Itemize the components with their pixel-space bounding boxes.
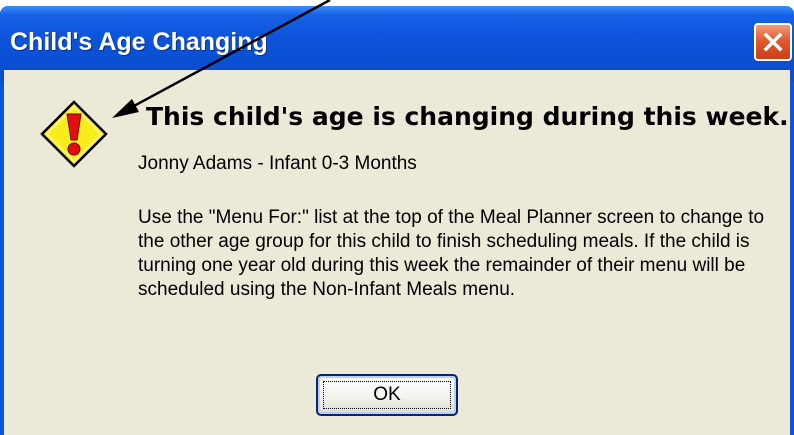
child-info: Jonny Adams - Infant 0-3 Months — [138, 153, 417, 174]
dialog-message: Use the "Menu For:" list at the top of t… — [138, 207, 765, 300]
close-button[interactable] — [754, 23, 792, 61]
dialog-headline: This child's age is changing during this… — [146, 102, 789, 131]
focus-ring — [323, 381, 451, 409]
ok-button[interactable]: OK — [316, 374, 458, 416]
window-title: Child's Age Changing — [10, 28, 268, 56]
close-x-icon — [763, 32, 783, 52]
warning-icon — [40, 100, 108, 173]
